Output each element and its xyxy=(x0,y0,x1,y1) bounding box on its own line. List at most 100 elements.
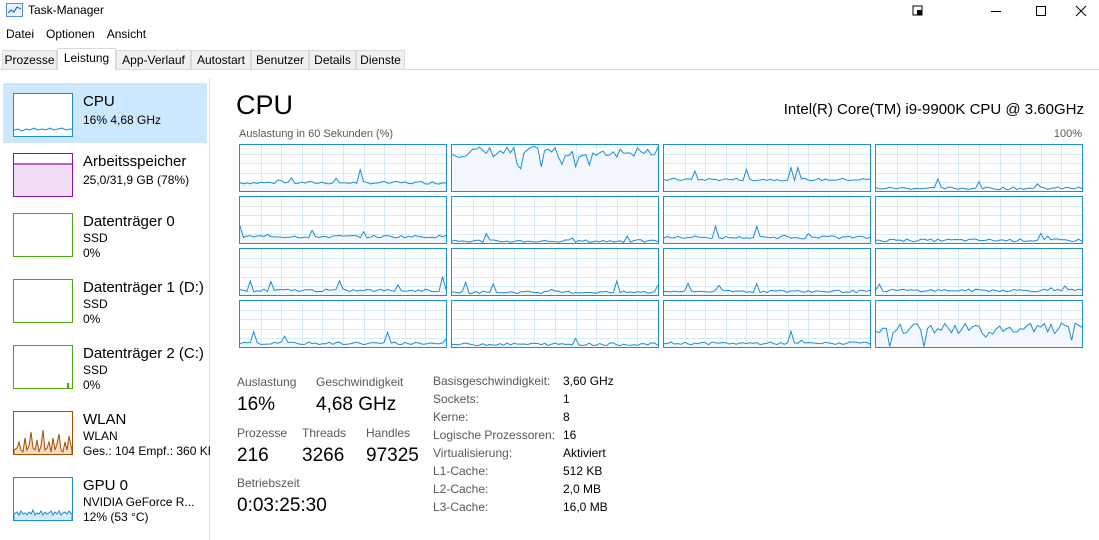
page-title: CPU xyxy=(236,90,294,120)
menu-file[interactable]: Datei xyxy=(0,25,40,43)
sidebar-item-memory[interactable]: Arbeitsspeicher 25,0/31,9 GB (78%) xyxy=(3,143,207,203)
graph-max-label: 100% xyxy=(1053,128,1082,140)
speed-label: Geschwindigkeit xyxy=(316,375,404,389)
cpu-thumbnail-graph xyxy=(13,93,73,137)
disk-2-thumbnail-graph xyxy=(13,345,73,389)
cpu-core-graph-14 xyxy=(663,300,871,348)
tab-bar: Prozesse Leistung App-Verlauf Autostart … xyxy=(0,48,1099,70)
maximize-icon xyxy=(1036,6,1046,16)
sidebar-disk-2-usage: 0% xyxy=(83,378,101,392)
cpu-model-name: Intel(R) Core(TM) i9-9900K CPU @ 3.60GHz xyxy=(783,101,1084,118)
uptime-value: 0:03:25:30 xyxy=(237,495,327,516)
info-label-sockets: Sockets: xyxy=(433,392,480,406)
sidebar-gpu-name: NVIDIA GeForce R... xyxy=(83,495,195,509)
sidebar-wlan-stats: Ges.: 104 Empf.: 360 KBit/s xyxy=(83,444,210,458)
speed-value: 4,68 GHz xyxy=(316,394,397,415)
info-value-l2-cache: 2,0 MB xyxy=(563,482,602,496)
sidebar-wlan-title: WLAN xyxy=(83,411,127,428)
info-label-logical-processors: Logische Prozessoren: xyxy=(433,428,556,442)
info-label-virtualization: Virtualisierung: xyxy=(433,446,513,460)
cpu-core-graph-15 xyxy=(875,300,1083,348)
sidebar-item-wlan[interactable]: WLAN WLAN Ges.: 104 Empf.: 360 KBit/s xyxy=(3,401,210,461)
sidebar-disk-2-type: SSD xyxy=(83,363,108,377)
sidebar-disk-1-usage: 0% xyxy=(83,312,101,326)
info-value-base-speed: 3,60 GHz xyxy=(563,374,614,388)
sidebar-cpu-title: CPU xyxy=(83,93,115,110)
info-value-logical-processors: 16 xyxy=(563,428,577,442)
info-label-l3-cache: L3-Cache: xyxy=(433,500,489,514)
uptime-label: Betriebszeit xyxy=(237,476,300,490)
processes-label: Prozesse xyxy=(237,426,288,440)
sidebar-item-cpu[interactable]: CPU 16% 4,68 GHz xyxy=(3,83,207,143)
sidebar-gpu-usage: 12% (53 °C) xyxy=(83,510,149,524)
cpu-core-graph-1 xyxy=(451,144,659,192)
handles-value: 97325 xyxy=(366,445,419,466)
title-bar: Task-Manager xyxy=(0,0,1099,22)
cpu-core-graph-6 xyxy=(663,196,871,244)
sidebar-wlan-name: WLAN xyxy=(83,429,118,443)
menu-options[interactable]: Optionen xyxy=(40,25,101,43)
minimize-button[interactable] xyxy=(973,0,1019,22)
gpu-thumbnail-graph xyxy=(13,477,73,521)
usage-value: 16% xyxy=(237,394,276,415)
cpu-core-graph-9 xyxy=(451,248,659,296)
tab-details[interactable]: Details xyxy=(309,50,356,69)
cpu-core-graph-13 xyxy=(451,300,659,348)
compact-mode-icon xyxy=(912,5,923,16)
sidebar-cpu-sub: 16% 4,68 GHz xyxy=(83,113,162,127)
menu-view[interactable]: Ansicht xyxy=(101,25,152,43)
sidebar-gpu-title: GPU 0 xyxy=(83,477,129,494)
tab-performance[interactable]: Leistung xyxy=(57,48,116,70)
sidebar-item-disk-1[interactable]: Datenträger 1 (D:) SSD 0% xyxy=(3,269,207,329)
disk-0-thumbnail-graph xyxy=(13,213,73,257)
tab-app-history[interactable]: App-Verlauf xyxy=(116,50,191,69)
sidebar-memory-title: Arbeitsspeicher xyxy=(83,153,187,170)
cpu-core-graph-8 xyxy=(239,248,447,296)
minimize-icon xyxy=(991,11,1001,12)
processes-value: 216 xyxy=(237,445,269,466)
task-manager-icon xyxy=(6,3,23,17)
sidebar-disk-0-title: Datenträger 0 xyxy=(83,213,175,230)
tab-users[interactable]: Benutzer xyxy=(251,50,309,69)
threads-value: 3266 xyxy=(302,445,345,466)
info-label-l1-cache: L1-Cache: xyxy=(433,464,489,478)
cpu-core-graph-12 xyxy=(239,300,447,348)
info-label-cores: Kerne: xyxy=(433,410,469,424)
info-label-base-speed: Basisgeschwindigkeit: xyxy=(433,374,551,388)
tab-processes[interactable]: Prozesse xyxy=(2,50,57,69)
memory-thumbnail-graph xyxy=(13,153,73,197)
sidebar-item-disk-0[interactable]: Datenträger 0 SSD 0% xyxy=(3,203,207,263)
resource-sidebar: CPU 16% 4,68 GHz Arbeitsspeicher 25,0/31… xyxy=(0,78,210,540)
compact-mode-button[interactable] xyxy=(895,0,941,22)
usage-label: Auslastung xyxy=(237,375,297,389)
sidebar-disk-2-title: Datenträger 2 (C:) xyxy=(83,345,204,362)
handles-label: Handles xyxy=(366,426,411,440)
sidebar-disk-0-type: SSD xyxy=(83,231,108,245)
cpu-core-graph-4 xyxy=(239,196,447,244)
menu-bar: Datei Optionen Ansicht xyxy=(0,25,152,43)
cpu-core-graph-2 xyxy=(663,144,871,192)
cpu-core-graph-10 xyxy=(663,248,871,296)
info-label-l2-cache: L2-Cache: xyxy=(433,482,489,496)
sidebar-disk-1-title: Datenträger 1 (D:) xyxy=(83,279,204,296)
sidebar-memory-sub: 25,0/31,9 GB (78%) xyxy=(83,173,190,187)
sidebar-disk-0-usage: 0% xyxy=(83,246,101,260)
close-icon xyxy=(1075,5,1087,17)
cpu-core-graph-5 xyxy=(451,196,659,244)
close-button[interactable] xyxy=(1063,0,1099,22)
tab-startup[interactable]: Autostart xyxy=(191,50,251,69)
sidebar-item-gpu[interactable]: GPU 0 NVIDIA GeForce R... 12% (53 °C) xyxy=(3,467,207,527)
info-value-l3-cache: 16,0 MB xyxy=(563,500,608,514)
threads-label: Threads xyxy=(302,426,347,440)
maximize-button[interactable] xyxy=(1018,0,1064,22)
wlan-thumbnail-graph xyxy=(13,411,73,455)
sidebar-item-disk-2[interactable]: Datenträger 2 (C:) SSD 0% xyxy=(3,335,207,395)
window-title: Task-Manager xyxy=(28,3,105,17)
cpu-core-graph-11 xyxy=(875,248,1083,296)
tab-services[interactable]: Dienste xyxy=(356,50,405,69)
info-value-cores: 8 xyxy=(563,410,570,424)
cpu-core-graph-7 xyxy=(875,196,1083,244)
cpu-core-graph-3 xyxy=(875,144,1083,192)
info-value-virtualization: Aktiviert xyxy=(563,446,606,460)
sidebar-disk-1-type: SSD xyxy=(83,297,108,311)
